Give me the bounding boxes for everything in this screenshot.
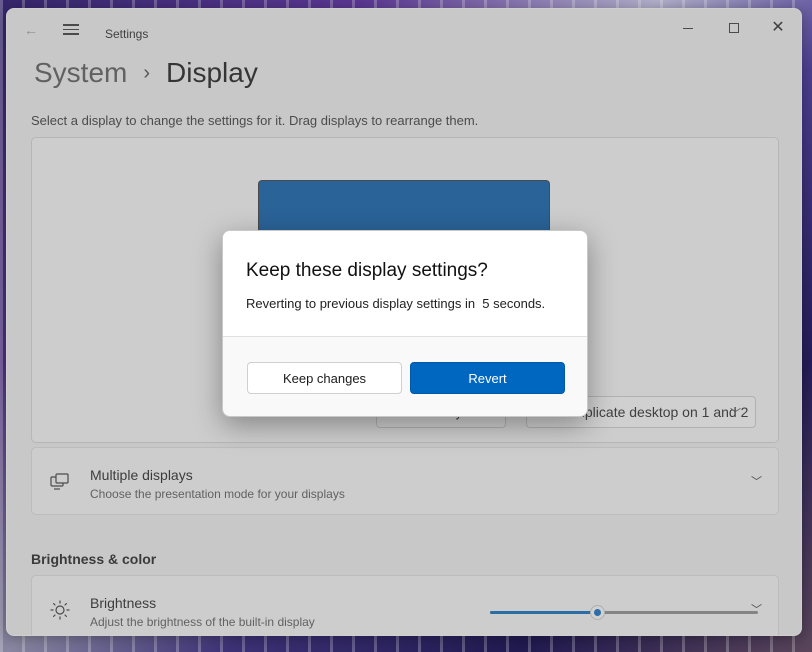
revert-button[interactable]: Revert bbox=[410, 362, 565, 394]
settings-window: ← Settings ✕ System › Display Select a d… bbox=[6, 8, 802, 636]
keep-changes-button[interactable]: Keep changes bbox=[247, 362, 402, 394]
dialog-body: Keep these display settings? Reverting t… bbox=[223, 231, 587, 337]
keep-display-settings-dialog: Keep these display settings? Reverting t… bbox=[222, 230, 588, 417]
dialog-title: Keep these display settings? bbox=[246, 260, 488, 281]
dialog-message: Reverting to previous display settings i… bbox=[246, 296, 546, 311]
